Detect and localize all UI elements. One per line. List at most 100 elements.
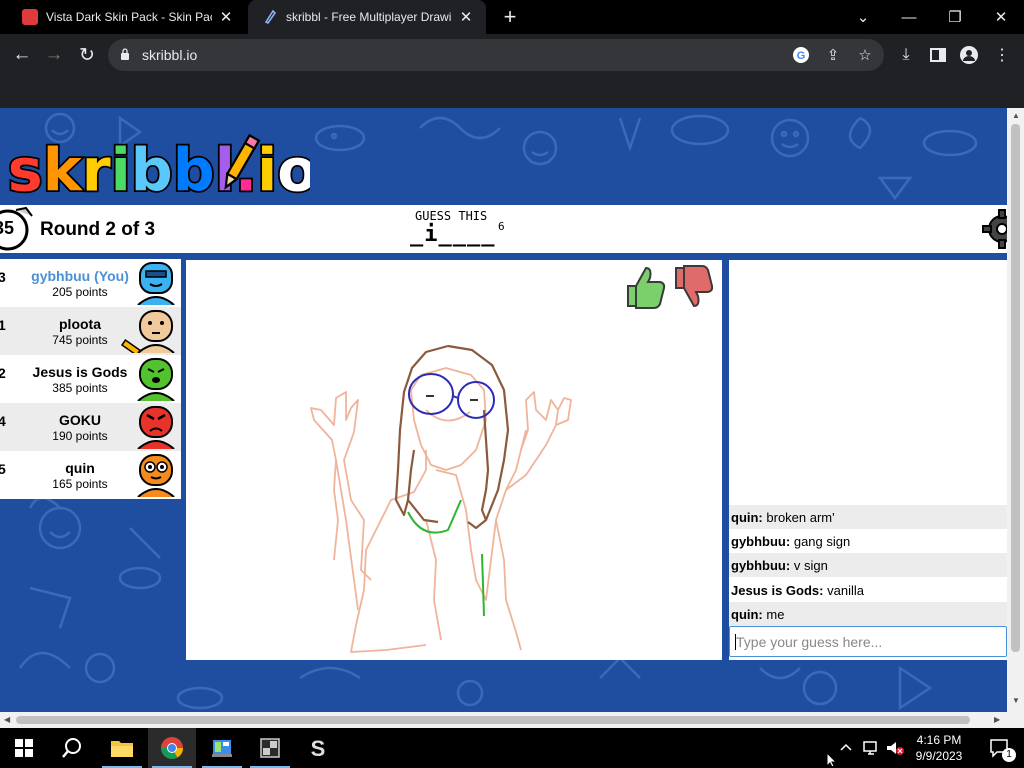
reload-button[interactable]: ↻	[74, 42, 100, 68]
chat-text: broken arm'	[766, 510, 835, 525]
avatar	[137, 262, 175, 305]
clock-date: 9/9/2023	[915, 749, 963, 763]
chat-text: me	[766, 607, 785, 622]
lock-icon	[121, 48, 129, 60]
player-row[interactable]: 4 GOKU 190 points	[0, 403, 181, 451]
skinpack-favicon-icon	[22, 9, 38, 25]
bookmark-star-icon[interactable]: ☆	[856, 46, 874, 64]
control-panel-icon	[212, 740, 232, 757]
avatar	[137, 454, 175, 497]
scroll-left-icon[interactable]: ◀	[4, 715, 10, 724]
player-list: 3 gybhbuu (You) 205 points 1 ploota 745 …	[0, 259, 181, 499]
google-icon[interactable]: G	[792, 46, 810, 64]
notification-count-badge: 1	[1002, 748, 1016, 762]
skinpack-taskbar-button[interactable]: S	[294, 728, 342, 768]
profile-icon[interactable]	[959, 45, 979, 65]
scroll-up-icon[interactable]: ▲	[1012, 111, 1020, 120]
round-timer: 35	[0, 218, 15, 238]
side-panel-icon[interactable]	[928, 45, 948, 65]
new-tab-button[interactable]: +	[498, 5, 522, 29]
scroll-down-icon[interactable]: ▼	[1012, 696, 1020, 705]
player-row[interactable]: 1 ploota 745 points	[0, 307, 181, 355]
word-length: 6	[498, 220, 505, 233]
player-rank: 5	[0, 461, 6, 477]
bookmark-bar	[0, 76, 1024, 108]
file-explorer-button[interactable]	[98, 728, 146, 768]
download-icon[interactable]: ⤓	[896, 45, 916, 65]
menu-icon[interactable]: ⋮	[992, 45, 1012, 65]
chat-text: vanilla	[827, 583, 864, 598]
svg-text:S: S	[311, 736, 326, 760]
svg-text:G: G	[797, 50, 806, 62]
avatar	[120, 310, 175, 353]
windows-taskbar: S 4:16 PM 9/9/2023 1	[0, 728, 1024, 768]
start-icon	[15, 739, 33, 757]
volume-muted-icon[interactable]	[885, 740, 905, 756]
chat-user: Jesus is Gods:	[731, 583, 824, 598]
guess-label: GUESS THIS	[415, 209, 488, 223]
search-button[interactable]	[48, 728, 96, 768]
action-center-button[interactable]: 1	[976, 728, 1024, 768]
close-window-button[interactable]: ✕	[978, 0, 1024, 34]
player-row[interactable]: 2 Jesus is Gods 385 points	[0, 355, 181, 403]
vertical-scroll-thumb[interactable]	[1011, 124, 1020, 652]
thumbs-down-icon[interactable]	[672, 264, 716, 310]
clock-time: 4:16 PM	[916, 733, 962, 747]
svg-text:skribbl.io: skribbl.io	[8, 136, 310, 204]
horizontal-scrollbar[interactable]: ◀ ▶	[0, 712, 1024, 728]
player-points: 205 points	[52, 285, 108, 299]
drawing-canvas[interactable]	[186, 260, 722, 660]
chat-text: v sign	[793, 558, 828, 573]
tab-title: Vista Dark Skin Pack - Skin Pack f	[46, 10, 212, 24]
browser-toolbar: ← → ↻ skribbl.io G ⇪ ☆ ⤓ ⋮	[0, 34, 1024, 76]
tab-skribbl[interactable]: skribbl - Free Multiplayer Drawing ✕	[248, 0, 486, 34]
start-button[interactable]	[0, 728, 48, 768]
skribbl-favicon-icon	[264, 9, 277, 25]
search-icon	[62, 738, 81, 758]
address-bar[interactable]: skribbl.io G ⇪ ☆	[108, 39, 884, 71]
drawing	[310, 344, 572, 653]
player-row[interactable]: 5 quin 165 points	[0, 451, 181, 499]
chrome-taskbar-button[interactable]	[148, 728, 196, 768]
scroll-right-icon[interactable]: ▶	[994, 715, 1000, 724]
share-icon[interactable]: ⇪	[824, 46, 842, 64]
chat-user: quin:	[731, 510, 763, 525]
app-button[interactable]	[246, 728, 294, 768]
show-hidden-icons-icon[interactable]	[840, 742, 852, 752]
back-button[interactable]: ←	[9, 42, 35, 68]
guess-input-box	[729, 626, 1007, 657]
forward-button[interactable]: →	[41, 42, 67, 68]
chat-message: quin: broken arm'	[729, 505, 1007, 529]
tab-skinpack[interactable]: Vista Dark Skin Pack - Skin Pack f ✕	[8, 0, 246, 34]
word-hint: _i____	[410, 222, 496, 247]
close-tab-icon[interactable]: ✕	[458, 8, 474, 26]
chat-message: quin: me	[729, 602, 1007, 626]
file-explorer-icon	[111, 741, 133, 757]
minimize-button[interactable]: —	[886, 0, 932, 34]
url-text: skribbl.io	[142, 47, 198, 63]
guess-input[interactable]	[730, 627, 1006, 656]
player-points: 190 points	[52, 429, 108, 443]
system-clock[interactable]: 4:16 PM 9/9/2023	[906, 732, 972, 764]
chat-text: gang sign	[793, 534, 851, 549]
player-row[interactable]: 3 gybhbuu (You) 205 points	[0, 259, 181, 307]
chat-panel: quin: broken arm' gybhbuu: gang sign gyb…	[729, 260, 1007, 660]
mouse-cursor-icon	[826, 752, 838, 768]
chat-message: gybhbuu: v sign	[729, 553, 1007, 577]
chat-user: gybhbuu:	[731, 534, 791, 549]
chat-message: gybhbuu: gang sign	[729, 529, 1007, 553]
tab-list-button[interactable]: ⌄	[840, 0, 886, 34]
horizontal-scroll-thumb[interactable]	[16, 716, 970, 724]
chrome-icon	[161, 737, 183, 759]
tab-title: skribbl - Free Multiplayer Drawing	[286, 10, 452, 24]
round-indicator: Round 2 of 3	[40, 219, 156, 240]
settings-gear-icon[interactable]	[982, 209, 1007, 249]
player-rank: 4	[0, 413, 6, 429]
control-panel-button[interactable]	[198, 728, 246, 768]
text-caret	[735, 634, 736, 650]
thumbs-up-icon[interactable]	[624, 264, 668, 310]
vertical-scrollbar[interactable]: ▲ ▼	[1007, 108, 1024, 712]
restore-button[interactable]: ❐	[932, 0, 978, 34]
network-icon[interactable]	[862, 740, 880, 756]
close-tab-icon[interactable]: ✕	[218, 8, 234, 26]
